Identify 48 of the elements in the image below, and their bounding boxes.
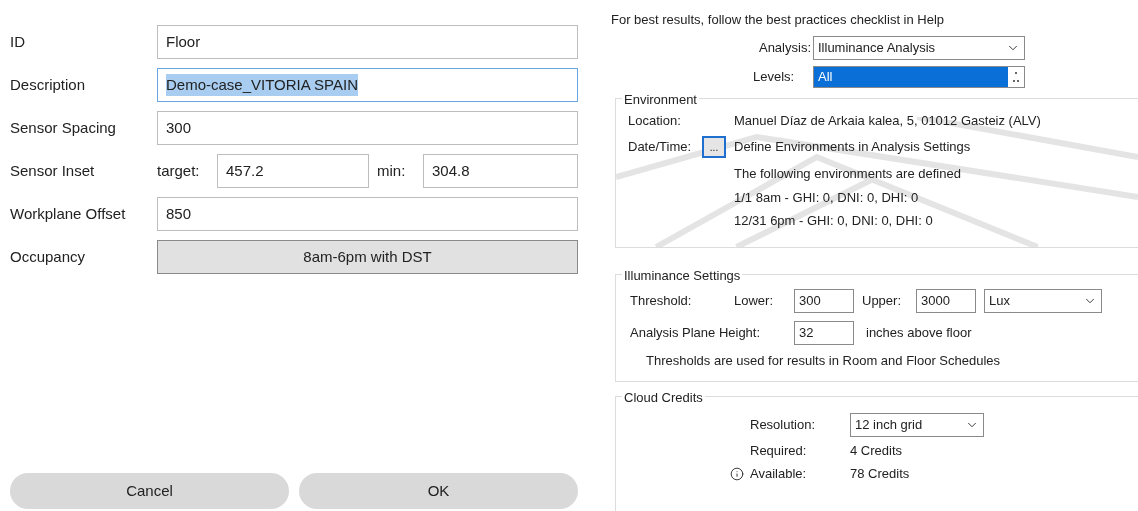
field-label: Description bbox=[10, 74, 87, 95]
input-field[interactable]: 304.8 bbox=[423, 154, 578, 188]
field-label: Date/Time: bbox=[628, 138, 693, 157]
environment-text: The following environments are defined bbox=[734, 165, 962, 183]
input-field[interactable]: 850 bbox=[157, 197, 578, 231]
dropdown[interactable]: 12 inch grid bbox=[850, 412, 984, 437]
field-label: target: bbox=[157, 160, 201, 181]
credits-text: 78 Credits bbox=[850, 465, 910, 483]
field-label: min: bbox=[377, 160, 407, 181]
field-label: Required: bbox=[750, 441, 808, 460]
info-text: Define Environments in Analysis Settings bbox=[734, 138, 971, 157]
cancel-button[interactable]: Cancel bbox=[10, 473, 289, 509]
levels-list[interactable]: All bbox=[813, 65, 1025, 88]
field-label: ID bbox=[10, 31, 26, 52]
field-label: Workplane Offset bbox=[10, 203, 127, 224]
field-label: Location: bbox=[628, 111, 682, 130]
field-label: Occupancy bbox=[10, 246, 87, 267]
environment-text: 12/31 6pm - GHI: 0, DNI: 0, DHI: 0 bbox=[734, 212, 934, 230]
hint-text: For best results, follow the best practices checklist in Help bbox=[611, 11, 946, 29]
unit-text: inches above floor bbox=[866, 323, 972, 342]
field-label: Analysis Plane Height: bbox=[630, 323, 762, 342]
input-field[interactable]: Demo-case_VITORIA SPAIN bbox=[157, 68, 578, 102]
field-label: Threshold: bbox=[630, 291, 693, 310]
field-label: Upper: bbox=[862, 291, 903, 310]
field-label: Resolution: bbox=[750, 415, 817, 434]
input-field[interactable]: 300 bbox=[794, 288, 854, 313]
dropdown[interactable]: Illuminance Analysis bbox=[813, 35, 1025, 60]
location-text: Manuel Díaz de Arkaia kalea, 5, 01012 Gasteiz (ALV) bbox=[734, 111, 1041, 130]
input-field[interactable]: 300 bbox=[157, 111, 578, 145]
input-field[interactable]: 457.2 bbox=[217, 154, 369, 188]
occupancy-button[interactable]: 8am-6pm with DST bbox=[157, 240, 578, 274]
dropdown[interactable]: Lux bbox=[984, 288, 1102, 313]
input-field[interactable]: Floor bbox=[157, 25, 578, 59]
field-label: Sensor Spacing bbox=[10, 117, 117, 138]
spinner-icon bbox=[1013, 70, 1019, 83]
browse-button[interactable]: ... bbox=[702, 136, 726, 158]
environment-text: 1/1 8am - GHI: 0, DNI: 0, DHI: 0 bbox=[734, 188, 920, 207]
field-label: Lower: bbox=[734, 291, 775, 310]
info-icon bbox=[730, 466, 744, 481]
field-label: Levels: bbox=[753, 67, 796, 86]
input-field[interactable]: 32 bbox=[794, 320, 854, 345]
field-label: Available: bbox=[750, 465, 808, 483]
credits-text: 4 Credits bbox=[850, 441, 903, 460]
input-field[interactable]: 3000 bbox=[916, 288, 976, 313]
field-label: Sensor Inset bbox=[10, 160, 96, 181]
ok-button[interactable]: OK bbox=[299, 473, 578, 509]
field-label: Analysis: bbox=[757, 38, 812, 57]
note-text: Thresholds are used for results in Room and Floor Schedules bbox=[646, 351, 1002, 370]
